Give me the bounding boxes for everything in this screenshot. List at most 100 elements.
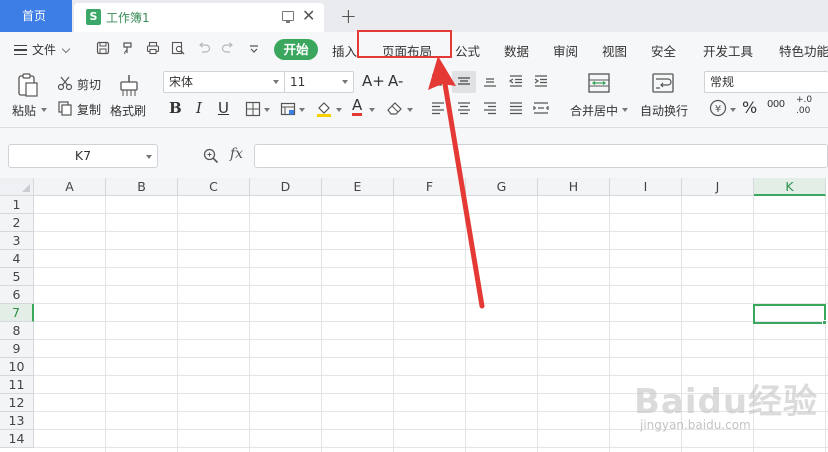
currency-dropdown-icon[interactable]	[730, 108, 736, 112]
tab-review[interactable]: 审阅	[553, 41, 578, 60]
paste-button[interactable]: 粘贴	[12, 102, 36, 119]
merge-dropdown-icon[interactable]	[622, 108, 628, 112]
paste-dropdown-icon[interactable]	[41, 108, 47, 112]
column-header-h[interactable]: H	[538, 178, 610, 196]
fill-handle[interactable]	[822, 320, 827, 325]
print-preview-icon[interactable]	[171, 41, 185, 55]
decrease-decimal-button[interactable]: .00	[796, 106, 810, 116]
bold-button[interactable]: B	[169, 99, 182, 117]
close-tab-icon[interactable]: ✕	[302, 6, 315, 26]
cell-style-icon[interactable]	[280, 101, 296, 117]
borders-dropdown-icon[interactable]	[264, 108, 270, 112]
increase-indent-icon[interactable]	[533, 73, 549, 89]
align-left-icon[interactable]	[430, 100, 446, 116]
wrap-text-button[interactable]: 自动换行	[640, 102, 688, 119]
clear-format-eraser-icon[interactable]	[386, 100, 404, 116]
font-color-dropdown-icon[interactable]	[369, 108, 375, 112]
italic-button[interactable]: I	[196, 99, 202, 117]
column-header-d[interactable]: D	[250, 178, 322, 196]
format-painter-icon[interactable]	[121, 41, 135, 55]
tab-view[interactable]: 视图	[602, 41, 627, 60]
tab-insert[interactable]: 插入	[332, 41, 357, 60]
decrease-indent-icon[interactable]	[508, 73, 524, 89]
increase-decimal-button[interactable]: +.0	[796, 95, 812, 105]
borders-icon[interactable]	[245, 101, 261, 117]
row-header-5[interactable]: 5	[0, 268, 34, 286]
column-header-k[interactable]: K	[754, 178, 826, 196]
row-header-13[interactable]: 13	[0, 412, 34, 430]
row-header-6[interactable]: 6	[0, 286, 34, 304]
row-header-11[interactable]: 11	[0, 376, 34, 394]
percent-button[interactable]: %	[742, 98, 757, 117]
row-header-7[interactable]: 7	[0, 304, 34, 322]
insert-function-button[interactable]: fx	[230, 146, 243, 162]
format-painter-brush-icon[interactable]	[117, 72, 141, 98]
tab-developer[interactable]: 开发工具	[703, 41, 753, 60]
align-bottom-icon[interactable]	[482, 73, 498, 89]
format-painter-button[interactable]: 格式刷	[110, 102, 146, 119]
distributed-align-icon[interactable]	[532, 100, 550, 116]
font-name-select[interactable]: 宋体	[163, 71, 285, 93]
column-header-g[interactable]: G	[466, 178, 538, 196]
decrease-font-size-button[interactable]: A-	[388, 72, 403, 90]
row-header-2[interactable]: 2	[0, 214, 34, 232]
fill-color-icon[interactable]	[315, 99, 333, 117]
row-header-12[interactable]: 12	[0, 394, 34, 412]
zoom-search-icon[interactable]	[203, 148, 219, 164]
column-header-j[interactable]: J	[682, 178, 754, 196]
row-header-1[interactable]: 1	[0, 196, 34, 214]
align-right-icon[interactable]	[482, 100, 498, 116]
row-header-3[interactable]: 3	[0, 232, 34, 250]
tab-security[interactable]: 安全	[651, 41, 676, 60]
increase-font-size-button[interactable]: A+	[362, 72, 385, 90]
cell-style-dropdown-icon[interactable]	[299, 108, 305, 112]
currency-icon[interactable]: ¥	[709, 99, 727, 117]
column-header-i[interactable]: I	[610, 178, 682, 196]
customize-quick-access-icon[interactable]	[247, 41, 261, 55]
font-size-select[interactable]: 11	[284, 71, 354, 93]
redo-icon[interactable]	[221, 41, 235, 55]
formula-input[interactable]	[254, 144, 828, 168]
column-header-b[interactable]: B	[106, 178, 178, 196]
workbook-tab[interactable]: S 工作簿1 ✕	[74, 3, 324, 32]
merge-center-icon[interactable]	[587, 71, 611, 95]
row-header-4[interactable]: 4	[0, 250, 34, 268]
paste-icon[interactable]	[15, 72, 41, 98]
wrap-text-icon[interactable]	[651, 71, 675, 95]
file-menu-button[interactable]: 文件	[14, 41, 71, 58]
cut-icon[interactable]	[57, 75, 73, 91]
name-box[interactable]: K7	[8, 144, 158, 168]
row-header-8[interactable]: 8	[0, 322, 34, 340]
save-icon[interactable]	[96, 41, 110, 55]
tab-home[interactable]: 开始	[274, 39, 318, 60]
column-header-f[interactable]: F	[394, 178, 466, 196]
underline-button[interactable]: U	[218, 99, 229, 117]
cut-button[interactable]: 剪切	[77, 76, 101, 93]
align-middle-active-bg[interactable]	[452, 71, 476, 93]
row-header-9[interactable]: 9	[0, 340, 34, 358]
copy-icon[interactable]	[57, 100, 73, 116]
home-tab[interactable]: 首页	[0, 0, 72, 32]
font-color-button[interactable]: A	[352, 97, 363, 116]
thousands-separator-button[interactable]: 000	[767, 99, 785, 110]
copy-button[interactable]: 复制	[77, 101, 101, 118]
float-window-icon[interactable]	[282, 11, 294, 23]
merge-center-button[interactable]: 合并居中	[570, 102, 618, 119]
column-header-c[interactable]: C	[178, 178, 250, 196]
tab-data[interactable]: 数据	[504, 41, 529, 60]
align-top-icon[interactable]	[430, 73, 446, 89]
tab-formulas[interactable]: 公式	[455, 41, 480, 60]
row-header-10[interactable]: 10	[0, 358, 34, 376]
column-header-e[interactable]: E	[322, 178, 394, 196]
row-header-14[interactable]: 14	[0, 430, 34, 448]
fill-color-dropdown-icon[interactable]	[336, 108, 342, 112]
align-center-icon[interactable]	[456, 100, 472, 116]
select-all-corner[interactable]	[0, 178, 34, 196]
justify-icon[interactable]	[508, 100, 524, 116]
clear-dropdown-icon[interactable]	[407, 108, 413, 112]
active-cell-k7[interactable]	[753, 304, 826, 324]
print-icon[interactable]	[146, 41, 160, 55]
tab-special-features[interactable]: 特色功能	[779, 41, 828, 60]
new-tab-icon[interactable]: +	[340, 4, 357, 28]
column-header-a[interactable]: A	[34, 178, 106, 196]
